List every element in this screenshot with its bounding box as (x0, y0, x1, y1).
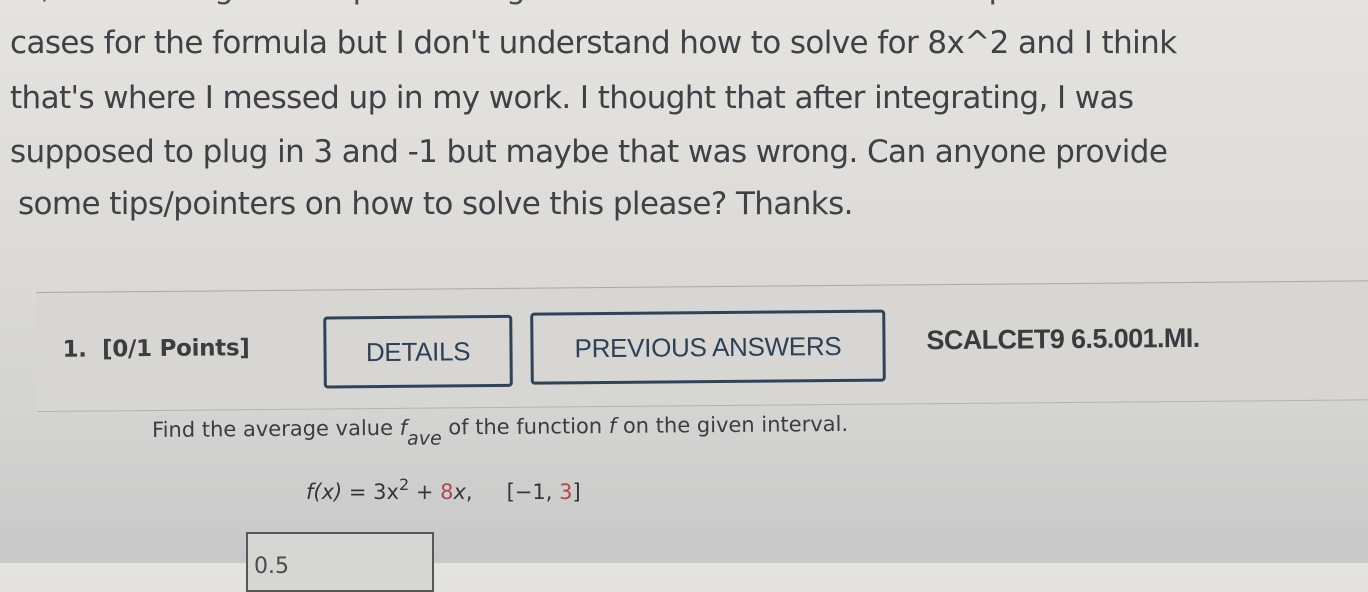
equation-plus: + (409, 480, 441, 504)
points-score: [0/1 Points] (101, 335, 250, 363)
post-line-2: that's where I messed up in my work. I t… (10, 80, 1134, 116)
question-header-panel: 1. [0/1 Points] DETAILS PREVIOUS ANSWERS… (36, 280, 1368, 412)
post-line-cutoff: Hi, I'm working on this problem right no… (10, 0, 1266, 6)
equation-coefficient-highlight: 8 (440, 480, 454, 504)
interval-close: ] (572, 480, 581, 504)
prompt-text-start: Find the average value (152, 415, 400, 442)
previous-answers-button[interactable]: PREVIOUS ANSWERS (530, 309, 886, 385)
prompt-variable-f: f (399, 415, 408, 440)
equation-exponent: 2 (398, 475, 410, 494)
equation-term2-var: x (453, 480, 466, 504)
equation-lhs: f(x) (306, 480, 343, 504)
prompt-text-end: on the given interval. (616, 411, 849, 438)
post-line-3: supposed to plug in 3 and -1 but maybe t… (10, 134, 1168, 170)
equation-comma: , (465, 480, 473, 504)
interval-end-highlight: 3 (559, 480, 573, 504)
answer-input[interactable] (246, 532, 434, 592)
function-equation: f(x) = 3x2 + 8x, [−1, 3] (306, 477, 581, 505)
prompt-subscript-ave: ave (407, 427, 442, 450)
details-button[interactable]: DETAILS (323, 314, 513, 389)
question-points-label: 1. [0/1 Points] (62, 335, 249, 363)
equation-equals: = (342, 480, 374, 504)
prompt-text-mid: of the function (441, 414, 609, 440)
post-line-1: cases for the formula but I don't unders… (10, 25, 1177, 61)
equation-term1: 3x (373, 480, 399, 504)
post-line-4: some tips/pointers on how to solve this … (18, 186, 854, 222)
interval-open: [−1, (506, 480, 560, 504)
question-number: 1. (62, 336, 87, 363)
question-prompt: Find the average value fave of the funct… (152, 411, 849, 450)
problem-code: SCALCET9 6.5.001.MI. (926, 322, 1200, 356)
